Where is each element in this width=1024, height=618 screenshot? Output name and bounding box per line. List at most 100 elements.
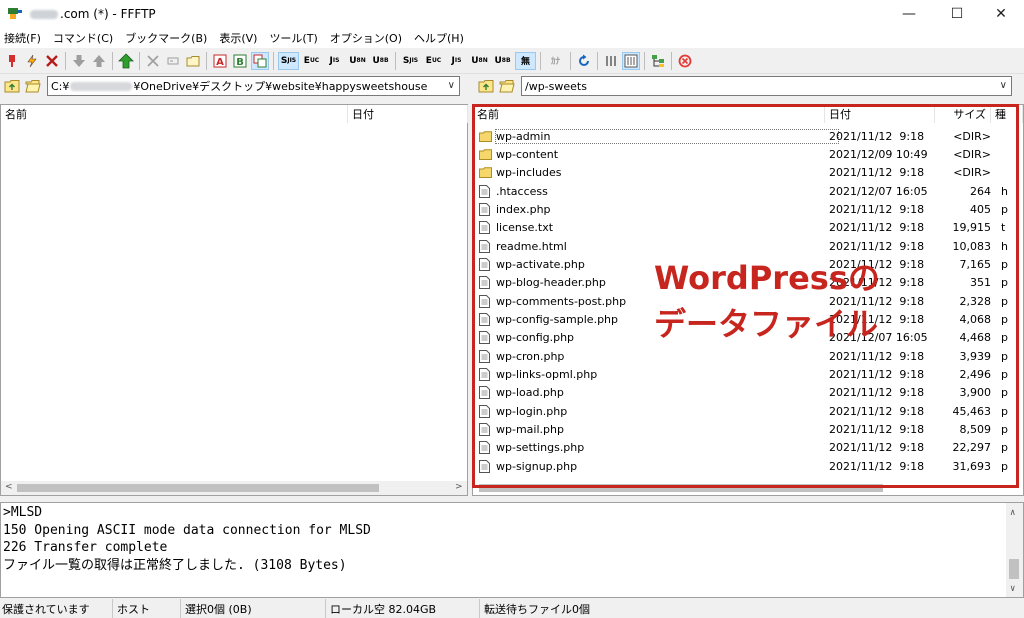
file-date: 2021/12/09 10:49 (829, 147, 928, 161)
file-row[interactable]: wp-login.php 2021/11/12 9:18 45,463 p (477, 402, 1008, 420)
quick-connect-button[interactable] (23, 52, 41, 70)
file-icon (479, 313, 492, 326)
remote-utf8bom-button[interactable]: U 8B (492, 52, 513, 70)
file-row[interactable]: wp-settings.php 2021/11/12 9:18 22,297 p (477, 439, 1008, 457)
file-row[interactable]: wp-signup.php 2021/11/12 9:18 31,693 p (477, 457, 1008, 475)
local-path-input[interactable]: C:¥ ¥OneDrive¥デスクトップ¥website¥happysweetsh… (47, 76, 460, 96)
list-view-button[interactable] (602, 52, 620, 70)
file-size: 8,509 (959, 423, 992, 437)
kanji-utf8bom-button[interactable]: U 8B (370, 52, 391, 70)
file-row[interactable]: wp-cron.php 2021/11/12 9:18 3,939 p (477, 347, 1008, 365)
scroll-down-icon[interactable]: ∨ (1010, 581, 1015, 599)
local-col-name[interactable]: 名前 (1, 105, 348, 123)
menu-help[interactable]: ヘルプ(H) (414, 30, 464, 46)
auto-mode-button[interactable] (251, 51, 269, 70)
kanji-utf8n-button[interactable]: U 8N (347, 52, 368, 70)
menu-view[interactable]: 表示(V) (219, 30, 257, 46)
remote-scroll-thumb[interactable] (479, 484, 883, 492)
file-row[interactable]: index.php 2021/11/12 9:18 405 p (477, 200, 1008, 218)
remote-col-type[interactable]: 種 (991, 105, 1023, 123)
rename-button[interactable] (164, 52, 182, 70)
delete-button[interactable] (144, 52, 162, 70)
local-horizontal-scrollbar[interactable]: < > (1, 481, 467, 495)
ascii-mode-button[interactable]: A (211, 52, 229, 70)
local-col-date[interactable]: 日付 (348, 105, 468, 123)
minimize-button[interactable]: — (886, 0, 932, 28)
remote-utf8n-button[interactable]: U 8N (469, 52, 490, 70)
menu-options[interactable]: オプション(O) (330, 30, 402, 46)
no-conversion-button[interactable]: 無 (515, 51, 536, 70)
maximize-button[interactable]: ☐ (934, 0, 980, 28)
log-panel[interactable]: >MLSD 150 Opening ASCII mode data connec… (0, 502, 1024, 598)
disconnect-button[interactable] (43, 52, 61, 70)
menu-connect[interactable]: 接続(F) (4, 30, 41, 46)
file-icon (479, 349, 492, 363)
toolbar-separator (139, 51, 140, 70)
auto-mode-icon (253, 54, 267, 67)
kanji-jis-button[interactable]: J IS (324, 52, 345, 70)
connect-button[interactable] (3, 52, 21, 70)
folder-icon (479, 148, 492, 160)
maximize-icon: ☐ (950, 6, 964, 22)
remote-horizontal-scrollbar[interactable] (473, 481, 1009, 495)
upload-button[interactable] (90, 52, 108, 70)
local-scroll-thumb[interactable] (17, 484, 379, 492)
menu-command[interactable]: コマンド(C) (53, 30, 113, 46)
download-button[interactable] (70, 52, 88, 70)
file-size: <DIR> (953, 147, 991, 161)
file-row[interactable]: wp-links-opml.php 2021/11/12 9:18 2,496 p (477, 366, 1008, 384)
remote-open-folder-button[interactable] (498, 77, 516, 95)
remote-euc-button[interactable]: E UC (423, 52, 444, 70)
remote-up-folder-button[interactable] (477, 77, 495, 95)
menu-bookmark[interactable]: ブックマーク(B) (125, 30, 207, 46)
local-file-pane[interactable]: 名前 日付 < > (0, 104, 468, 496)
scroll-right-icon[interactable]: > (455, 482, 463, 492)
sync-browse-button[interactable] (649, 52, 667, 70)
remote-col-date[interactable]: 日付 (825, 105, 935, 123)
file-row[interactable]: wp-mail.php 2021/11/12 9:18 8,509 p (477, 421, 1008, 439)
scroll-up-icon[interactable]: ∧ (1010, 505, 1015, 523)
file-row[interactable]: wp-load.php 2021/11/12 9:18 3,900 p (477, 384, 1008, 402)
folder-open-icon (499, 80, 515, 93)
detail-view-button[interactable] (622, 51, 640, 70)
refresh-button[interactable] (575, 52, 593, 70)
binary-mode-button[interactable]: B (231, 52, 249, 70)
file-size: 405 (970, 202, 991, 216)
file-icon (479, 294, 492, 308)
log-scroll-thumb[interactable] (1009, 559, 1019, 579)
remote-path-input[interactable]: /wp-sweets ∨ (521, 76, 1012, 96)
file-icon (479, 423, 492, 437)
remote-col-name[interactable]: 名前 (473, 105, 825, 123)
folder-row[interactable]: wp-includes 2021/11/12 9:18 <DIR> (477, 164, 1007, 182)
local-path-suffix: ¥OneDrive¥デスクトップ¥website¥happysweetshous… (133, 80, 428, 93)
folder-row[interactable]: wp-content 2021/12/09 10:49 <DIR> (477, 145, 1007, 163)
status-host: ホスト (113, 599, 181, 618)
chevron-down-icon[interactable]: ∨ (448, 80, 455, 91)
file-date: 2021/11/12 9:18 (829, 129, 925, 143)
kanji-sjis-button[interactable]: S JIS (278, 51, 299, 70)
kanji-euc-button[interactable]: E UC (301, 52, 322, 70)
toolbar-separator (570, 51, 571, 70)
local-open-folder-button[interactable] (24, 77, 42, 95)
folder-row[interactable]: wp-admin 2021/11/12 9:18 <DIR> (477, 127, 1007, 145)
remote-col-size[interactable]: サイズ (935, 105, 991, 123)
kana-conversion-button[interactable]: ｶﾅ (545, 52, 566, 70)
remote-jis-button[interactable]: J IS (446, 52, 467, 70)
file-row[interactable]: .htaccess 2021/12/07 16:05 264 h (477, 182, 1008, 200)
local-up-folder-button[interactable] (3, 77, 21, 95)
log-vertical-scrollbar[interactable]: ∧ ∨ (1006, 503, 1023, 597)
file-row[interactable]: readme.html 2021/11/12 9:18 10,083 h (477, 237, 1008, 255)
no-conversion-label: 無 (520, 57, 530, 67)
new-folder-button[interactable] (184, 52, 202, 70)
remote-path-text: /wp-sweets (525, 79, 587, 93)
file-date: 2021/11/12 9:18 (829, 202, 925, 216)
mirror-upload-button[interactable] (117, 52, 135, 70)
file-date: 2021/11/12 9:18 (829, 166, 925, 180)
remote-sjis-button[interactable]: S JIS (400, 52, 421, 70)
file-row[interactable]: license.txt 2021/11/12 9:18 19,915 t (477, 219, 1007, 237)
abort-button[interactable] (676, 52, 694, 70)
chevron-down-icon[interactable]: ∨ (1000, 80, 1007, 91)
menu-tools[interactable]: ツール(T) (269, 30, 317, 46)
close-button[interactable]: ✕ (978, 0, 1024, 28)
scroll-left-icon[interactable]: < (5, 482, 13, 492)
